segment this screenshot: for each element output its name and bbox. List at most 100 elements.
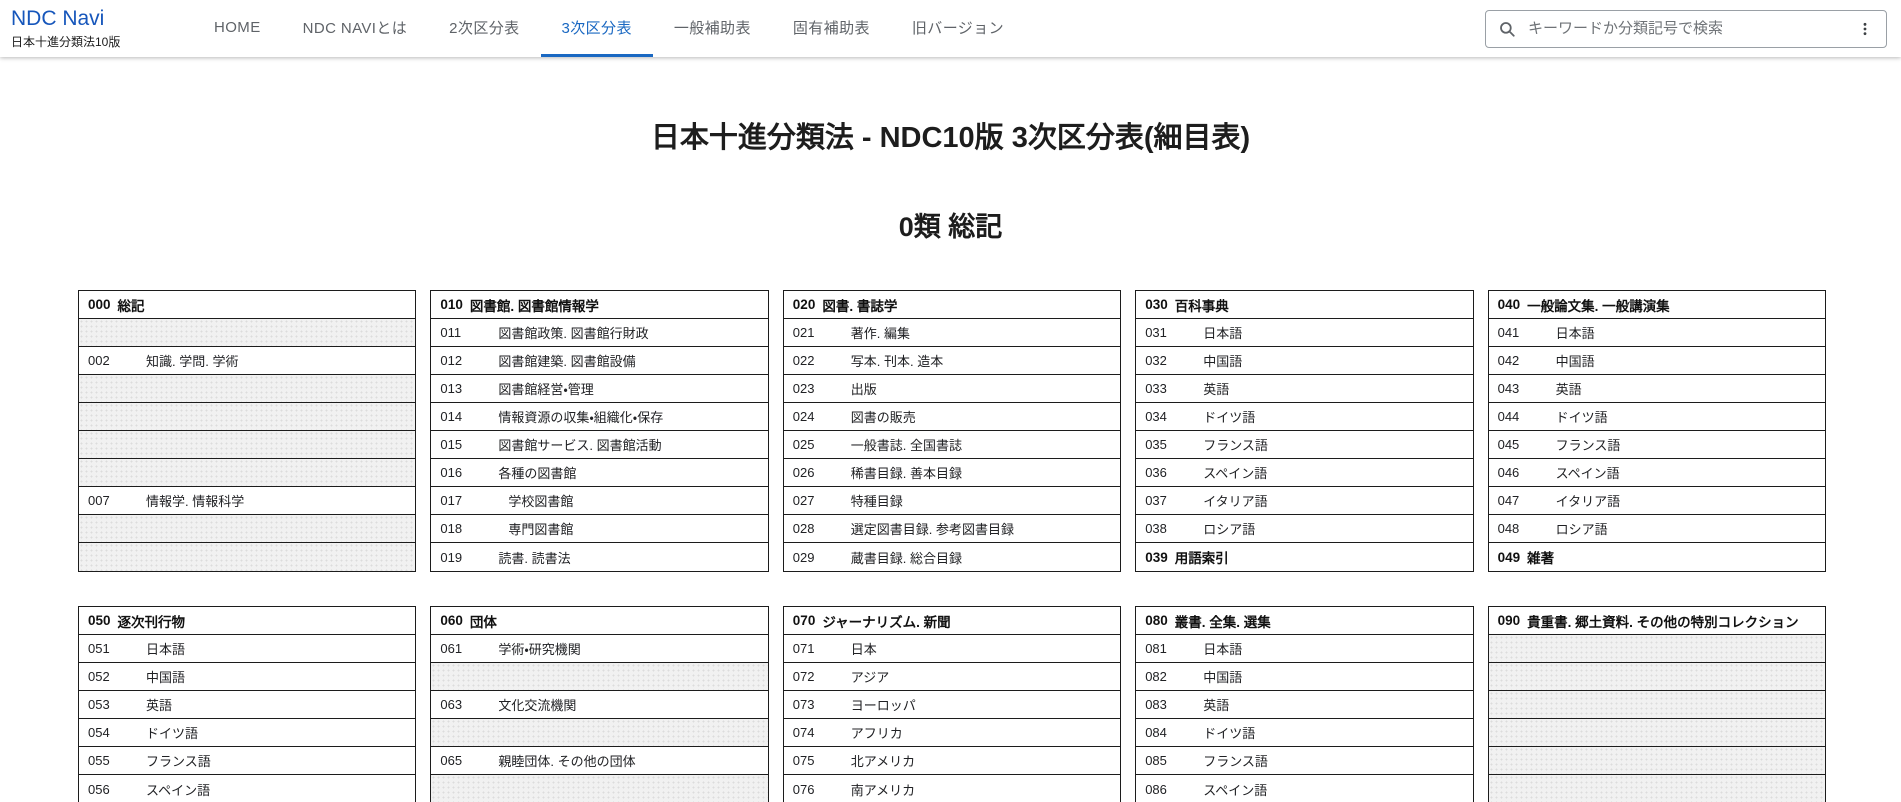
row-code: 083 [1145,697,1167,712]
row-label: 知識. 学問. 学術 [146,354,239,369]
nav-item-home[interactable]: HOME [193,0,282,57]
row-code: 019 [440,549,463,565]
row-label: ロシア語 [1203,522,1256,537]
search-options-button[interactable] [1850,14,1880,44]
row-code: 007 [88,493,110,508]
ndc-row-014: 014 情報資源の収集・組織化・保存 [431,403,768,431]
ndc-row-065: 065 親睦団体. その他の団体 [431,747,768,775]
ndc-row-073: 073 ヨーロッパ [783,691,1121,719]
row-code: 071 [792,641,815,656]
ndc-row-empty [79,515,416,543]
ndc-table-050: 050 逐次刊行物 051 日本語 052 中国語 053 英語 054 ドイツ語 055 フランス語… [78,606,417,802]
row-label: 英語 [146,698,173,713]
header-title: 図書. 書誌学 [822,298,898,314]
ndc-row-022: 022 写本. 刊本. 造本 [783,347,1121,375]
row-label: アジア [850,670,890,685]
row-code: 043 [1497,381,1520,396]
ndc-row-075: 075 北アメリカ [783,747,1121,775]
row-code: 076 [792,781,815,797]
ndc-row-039: 039 用語索引 [1136,543,1472,571]
ndc-row-empty [79,431,416,459]
row-code: 036 [1145,465,1167,480]
row-label: 学校図書館 [508,494,574,509]
ndc-row-034: 034 ドイツ語 [1136,403,1473,431]
row-label: イタリア語 [1203,494,1268,509]
row-label: アフリカ [850,726,903,741]
row-label: 写本. 刊本. 造本 [850,354,944,369]
row-label: 情報資源の収集・組織化・保存 [498,410,664,425]
row-code: 053 [88,697,110,712]
row-label: 文化交流機関 [498,698,577,713]
ndc-row-046: 046 スペイン語 [1488,459,1825,487]
row-code: 084 [1145,725,1167,740]
ndc-row-012: 012 図書館建築. 図書館設備 [431,347,768,375]
ndc-row-013: 013 図書館経営・管理 [431,375,768,403]
row-code: 024 [792,409,815,424]
main-nav: HOME NDC NAVIとは 2次区分表 3次区分表 一般補助表 固有補助表 … [193,0,1025,57]
row-label: 蔵書目録. 総合目録 [850,550,963,566]
ndc-row-055: 055 フランス語 [79,747,416,775]
nav-item-general-aux[interactable]: 一般補助表 [653,0,772,57]
brand-title[interactable]: NDC Navi [11,7,159,30]
ndc-table-header-000: 000 総記 [79,291,416,319]
header-title: 貴重書. 郷土資料. その他の特別コレクション [1527,614,1799,630]
row-code: 031 [1145,325,1167,340]
ndc-row-017: 017 学校図書館 [431,487,768,515]
ndc-row-076: 076 南アメリカ [784,775,1120,802]
ndc-row-036: 036 スペイン語 [1136,459,1473,487]
row-code: 029 [792,549,815,565]
row-code: 082 [1145,669,1167,684]
ndc-row-048: 048 ロシア語 [1488,515,1825,543]
row-label: スペイン語 [1203,466,1268,481]
row-code: 041 [1497,325,1520,340]
header-code: 010 [440,297,463,312]
nav-item-about[interactable]: NDC NAVIとは [282,0,429,57]
row-label: 各種の図書館 [498,466,577,481]
header-title: 逐次刊行物 [117,614,186,630]
row-code: 047 [1497,493,1520,508]
row-label: ヨーロッパ [850,698,916,713]
row-label: 日本語 [1203,642,1243,657]
nav-item-second-division[interactable]: 2次区分表 [428,0,540,57]
class-0-heading: 0類 総記 [898,212,1003,242]
row-code: 002 [88,353,110,368]
page-title: 日本十進分類法 - NDC10版 3次区分表(細目表) [650,122,1251,154]
header-code: 020 [792,297,816,312]
row-code: 021 [792,325,815,340]
row-code: 052 [88,669,110,684]
nav-item-special-aux[interactable]: 固有補助表 [772,0,891,57]
ndc-table-030: 030 百科事典 031 日本語 032 中国語 033 英語 034 ドイツ語 035 フランス語 0… [1135,290,1474,572]
header-code: 000 [88,297,111,312]
nav-item-old-version[interactable]: 旧バージョン [891,0,1025,57]
header-title: 団体 [469,614,497,630]
kebab-menu-icon [1863,22,1867,35]
row-code: 055 [88,753,110,768]
row-label: 学術・研究機関 [498,642,581,657]
ndc-table-060: 060 団体 061 学術・研究機関 063 文化交流機関 065 親睦団体. その他の団体 [430,606,769,802]
ndc-table-header-010: 010 図書館. 図書館情報学 [431,291,768,319]
ndc-row-086: 086 スペイン語 [1136,775,1472,802]
search-input[interactable] [1526,19,1850,38]
row-code: 051 [88,641,110,656]
search-box [1485,9,1887,48]
ndc-row-023: 023 出版 [783,375,1121,403]
ndc-table-header-030: 030 百科事典 [1136,291,1473,319]
ndc-table-header-060: 060 団体 [431,607,768,635]
ndc-row-074: 074 アフリカ [783,719,1121,747]
row-code: 042 [1497,353,1520,368]
row-code: 023 [792,381,815,396]
row-label: フランス語 [1555,438,1621,453]
header-code: 060 [440,613,463,628]
row-label: 情報学. 情報科学 [146,494,245,509]
ndc-table-090: 090 貴重書. 郷土資料. その他の特別コレクション [1487,606,1826,802]
nav-item-third-division[interactable]: 3次区分表 [540,0,653,57]
ndc-table-header-040: 040 一般論文集. 一般講演集 [1488,291,1825,319]
row-code: 013 [440,381,463,396]
ndc-row-015: 015 図書館サービス. 図書館活動 [431,431,768,459]
row-label: 専門図書館 [508,522,574,537]
ndc-table-header-050: 050 逐次刊行物 [79,607,416,635]
row-code: 018 [440,521,463,536]
ndc-row-empty [1488,663,1825,691]
ndc-row-032: 032 中国語 [1136,347,1473,375]
row-code: 027 [792,493,815,508]
